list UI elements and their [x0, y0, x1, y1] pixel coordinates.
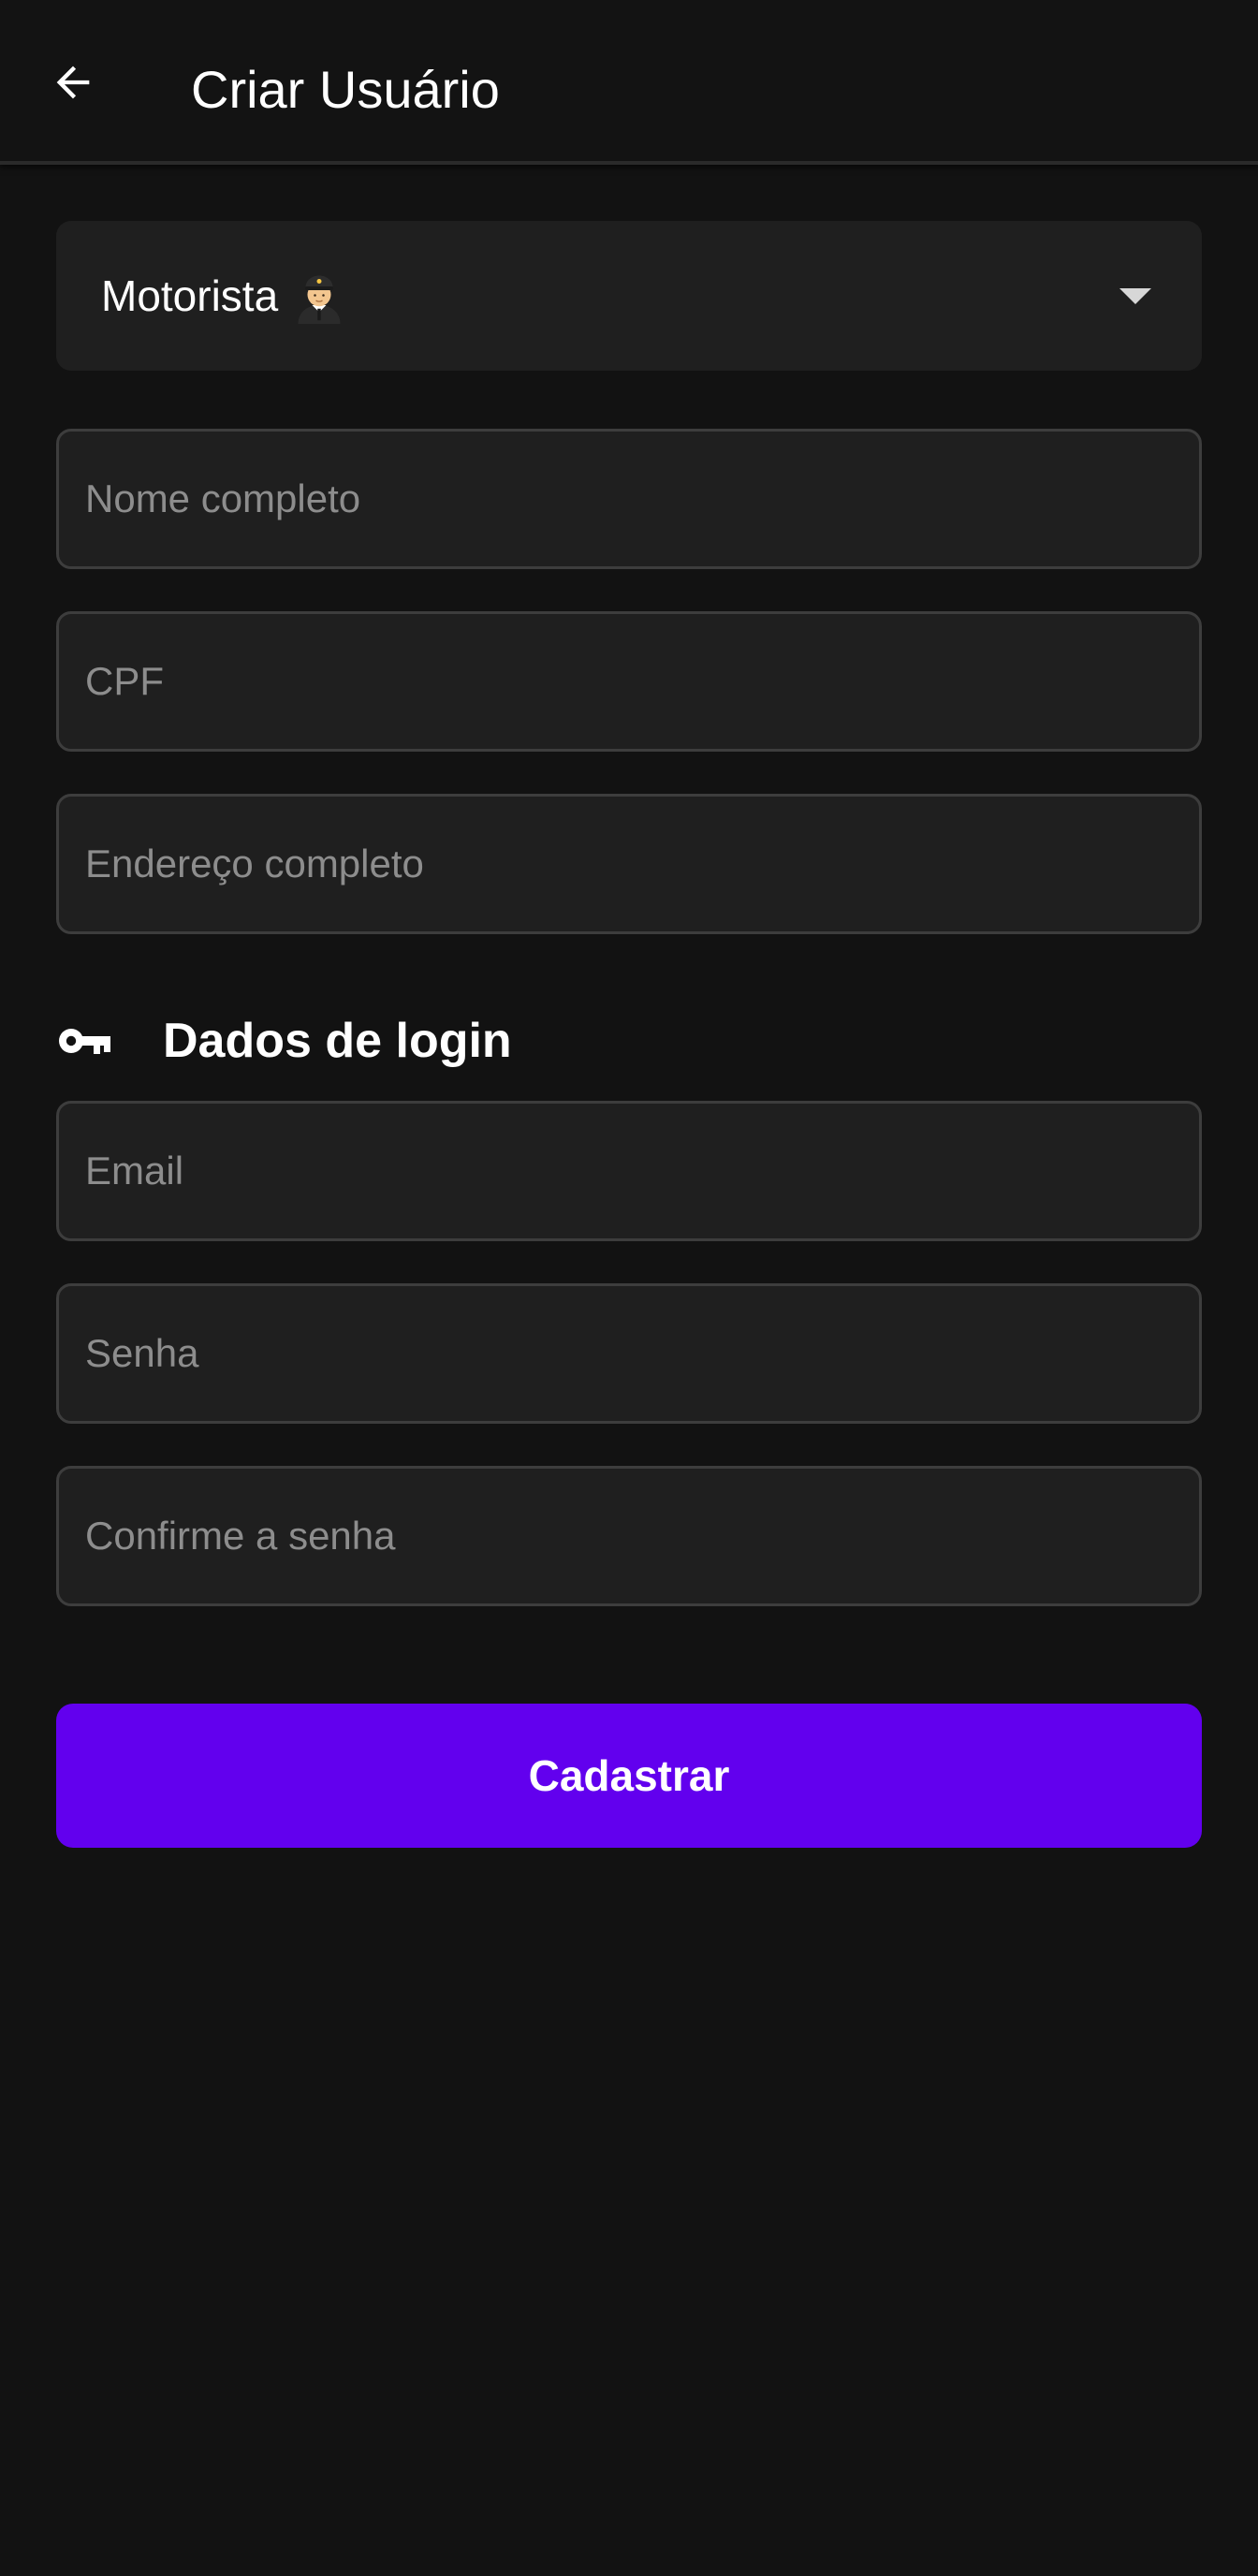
- register-button[interactable]: Cadastrar: [56, 1704, 1202, 1848]
- login-section-title: Dados de login: [163, 1014, 512, 1068]
- confirm-password-input[interactable]: [59, 1469, 1199, 1603]
- email-field[interactable]: [56, 1101, 1202, 1241]
- cpf-input[interactable]: [59, 614, 1199, 749]
- app-bar: Criar Usuário: [0, 0, 1258, 165]
- full-name-field[interactable]: [56, 429, 1202, 569]
- password-field[interactable]: [56, 1283, 1202, 1424]
- login-section-header: Dados de login: [56, 1007, 512, 1075]
- full-name-input[interactable]: [59, 432, 1199, 566]
- cpf-field[interactable]: [56, 611, 1202, 752]
- dropdown-arrow-icon: [1119, 288, 1151, 304]
- key-icon: [56, 1022, 112, 1060]
- user-type-selected-value: Motorista: [101, 262, 347, 329]
- password-input[interactable]: [59, 1286, 1199, 1421]
- confirm-password-field[interactable]: [56, 1466, 1202, 1606]
- address-input[interactable]: [59, 797, 1199, 931]
- address-field[interactable]: [56, 794, 1202, 934]
- page-title: Criar Usuário: [191, 60, 500, 119]
- user-type-select[interactable]: Motorista: [56, 221, 1202, 371]
- back-button[interactable]: [41, 52, 105, 116]
- pilot-emoji-icon: [291, 268, 347, 324]
- email-input[interactable]: [59, 1104, 1199, 1238]
- user-type-label: Motorista: [101, 271, 279, 320]
- arrow-back-icon: [49, 58, 97, 111]
